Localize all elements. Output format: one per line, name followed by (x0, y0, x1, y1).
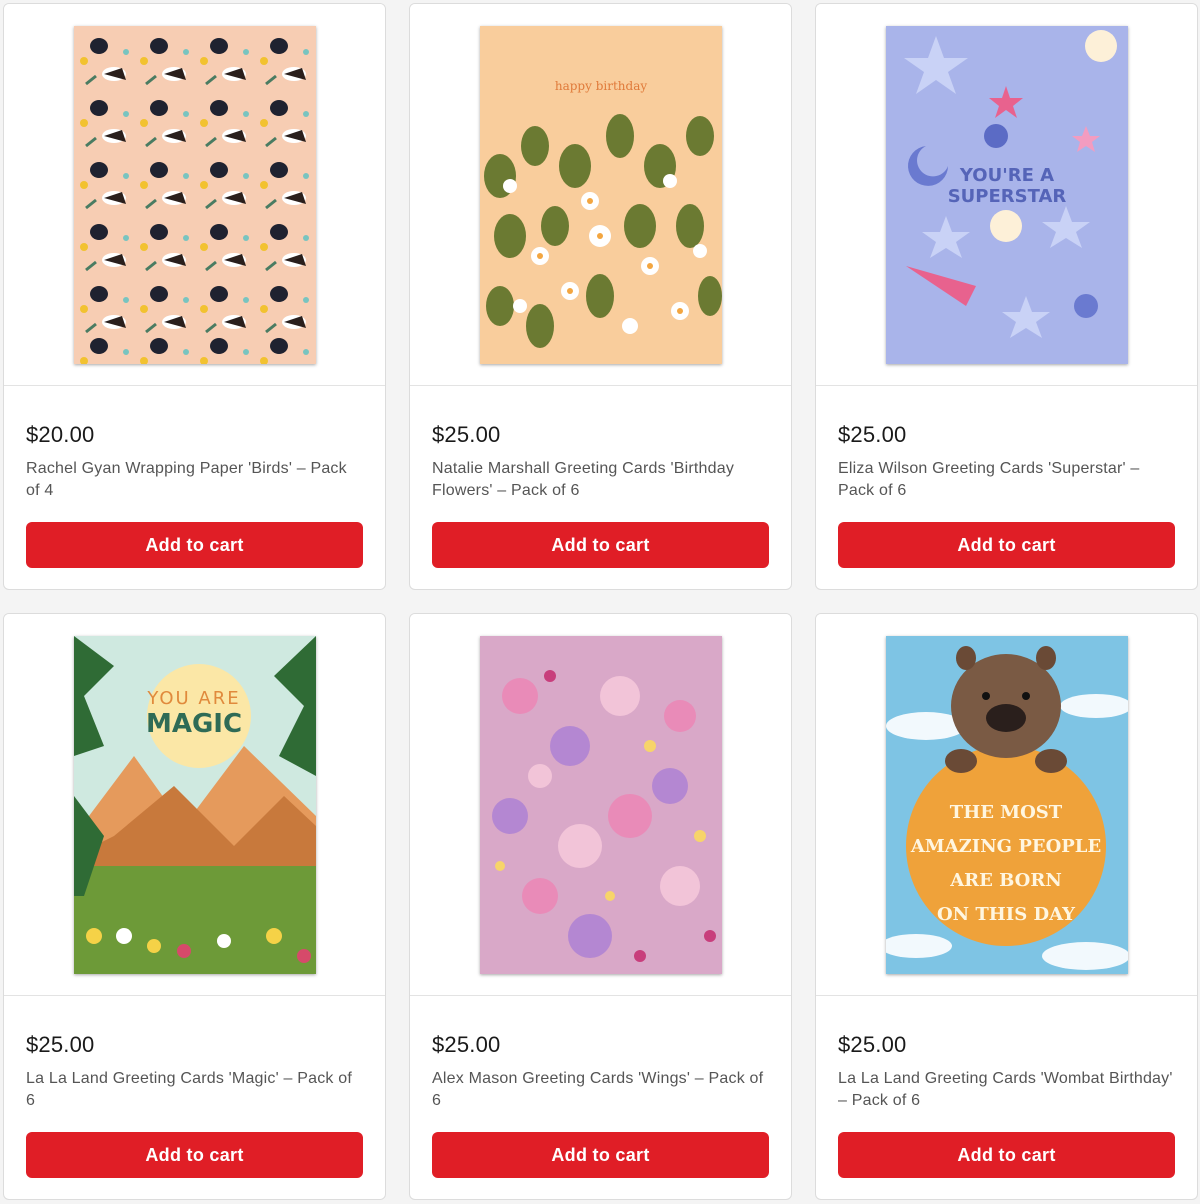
product-image-link[interactable] (4, 4, 385, 386)
product-price: $25.00 (432, 1032, 501, 1057)
product-card: YOU ARE MAGIC $25.00 La La Land Greeting… (3, 613, 386, 1200)
product-image-wings[interactable] (479, 636, 722, 974)
product-title[interactable]: La La Land Greeting Cards 'Magic' – Pack… (26, 1068, 363, 1112)
add-to-cart-button[interactable]: Add to cart (26, 1132, 363, 1178)
product-card: $25.00 Alex Mason Greeting Cards 'Wings'… (409, 613, 792, 1200)
card-text-line2: AMAZING PEOPLE (909, 836, 1100, 857)
card-text-line1: THE MOST (949, 802, 1062, 823)
product-title[interactable]: Natalie Marshall Greeting Cards 'Birthda… (432, 458, 769, 502)
product-image-link[interactable] (410, 614, 791, 996)
product-image-birthday-flowers[interactable]: happy birthday (479, 26, 722, 364)
product-image-magic[interactable]: YOU ARE MAGIC (73, 636, 316, 974)
product-image-link[interactable]: happy birthday (410, 4, 791, 386)
add-to-cart-button[interactable]: Add to cart (26, 522, 363, 568)
product-image-link[interactable]: THE MOST AMAZING PEOPLE ARE BORN ON THIS… (816, 614, 1197, 996)
product-title[interactable]: Eliza Wilson Greeting Cards 'Superstar' … (838, 458, 1175, 502)
add-to-cart-button[interactable]: Add to cart (838, 522, 1175, 568)
product-title[interactable]: Rachel Gyan Wrapping Paper 'Birds' – Pac… (26, 458, 363, 502)
card-text-line1: YOU'RE A (958, 165, 1053, 186)
card-text-line1: YOU ARE (146, 688, 240, 709)
card-text-line2: SUPERSTAR (947, 186, 1066, 207)
product-title[interactable]: Alex Mason Greeting Cards 'Wings' – Pack… (432, 1068, 769, 1112)
card-text-line2: MAGIC (145, 709, 241, 739)
add-to-cart-button[interactable]: Add to cart (838, 1132, 1175, 1178)
product-card: YOU'RE A SUPERSTAR $25.00 Eliza Wilson G… (815, 3, 1198, 590)
product-image-wombat-birthday[interactable]: THE MOST AMAZING PEOPLE ARE BORN ON THIS… (885, 636, 1128, 974)
product-card: happy birthday $25.00 Natalie Marshall G… (409, 3, 792, 590)
product-card: $20.00 Rachel Gyan Wrapping Paper 'Birds… (3, 3, 386, 590)
product-grid: $20.00 Rachel Gyan Wrapping Paper 'Birds… (0, 0, 1200, 1204)
product-title[interactable]: La La Land Greeting Cards 'Wombat Birthd… (838, 1068, 1175, 1112)
product-price: $25.00 (432, 422, 501, 447)
product-price: $25.00 (838, 1032, 907, 1057)
card-text-line3: ARE BORN (949, 870, 1062, 891)
product-image-link[interactable]: YOU ARE MAGIC (4, 614, 385, 996)
card-text-line4: ON THIS DAY (936, 904, 1075, 925)
product-image-link[interactable]: YOU'RE A SUPERSTAR (816, 4, 1197, 386)
card-text: happy birthday (554, 79, 646, 93)
product-price: $25.00 (26, 1032, 95, 1057)
add-to-cart-button[interactable]: Add to cart (432, 522, 769, 568)
product-image-superstar[interactable]: YOU'RE A SUPERSTAR (885, 26, 1128, 364)
product-image-wrapping-paper-birds[interactable] (73, 26, 316, 364)
product-price: $20.00 (26, 422, 95, 447)
product-card: THE MOST AMAZING PEOPLE ARE BORN ON THIS… (815, 613, 1198, 1200)
add-to-cart-button[interactable]: Add to cart (432, 1132, 769, 1178)
product-price: $25.00 (838, 422, 907, 447)
